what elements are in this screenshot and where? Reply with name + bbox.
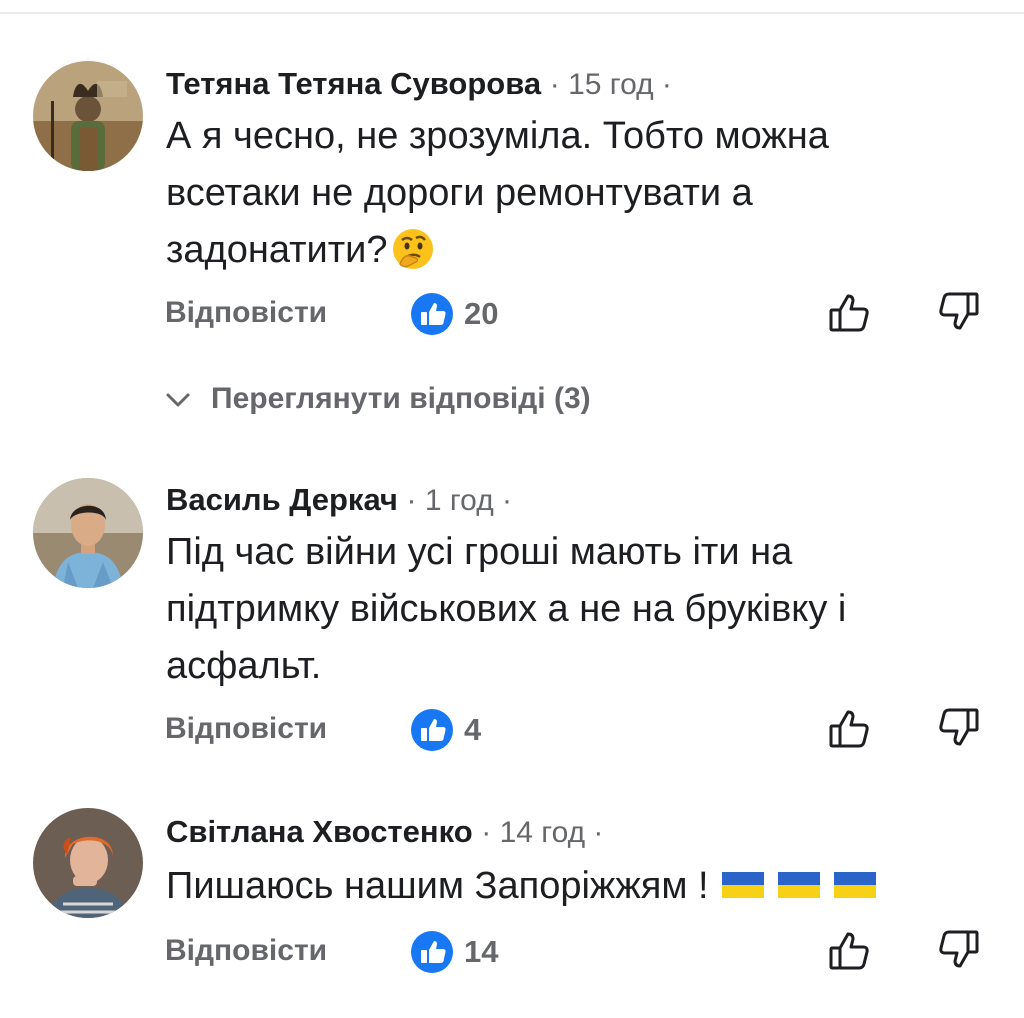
like-count: 4 (464, 712, 482, 747)
thumbs-down-icon[interactable] (934, 928, 982, 976)
thinking-face-icon (392, 228, 433, 269)
like-badge-icon (411, 293, 453, 335)
avatar[interactable] (33, 61, 143, 171)
author-name[interactable]: Василь Деркач (166, 482, 398, 517)
author-name[interactable]: Світлана Хвостенко (166, 814, 473, 849)
comment-header: Тетяна Тетяна Суворова · 15 год · (166, 64, 672, 105)
ukraine-flag-icon (721, 871, 764, 898)
thumbs-up-icon[interactable] (826, 926, 874, 974)
comment-text: А я чесно, не зрозуміла. Тобто можна все… (166, 115, 829, 271)
thumbs-down-icon[interactable] (934, 706, 982, 754)
thumbs-up-icon[interactable] (826, 288, 874, 336)
timestamp: · 15 год · (549, 68, 672, 101)
avatar[interactable] (33, 808, 143, 918)
timestamp: · 1 год · (406, 484, 513, 517)
like-badge-icon (411, 709, 453, 751)
top-divider (0, 12, 1024, 14)
comment-actions: Відповісти 4 (0, 704, 1024, 754)
like-count: 20 (464, 296, 499, 331)
timestamp: · 14 год · (481, 816, 604, 849)
like-badge-icon (411, 931, 453, 973)
thumbs-down-icon[interactable] (934, 290, 982, 338)
like-count: 14 (464, 934, 499, 969)
author-name[interactable]: Тетяна Тетяна Суворова (166, 66, 541, 101)
view-replies-label: Переглянути відповіді (3) (211, 382, 591, 415)
comment-text: Пишаюсь нашим Запоріжжям ! (166, 858, 966, 915)
reply-button[interactable]: Відповісти (165, 712, 327, 746)
reply-button[interactable]: Відповісти (165, 296, 327, 330)
thumbs-up-icon[interactable] (826, 704, 874, 752)
avatar[interactable] (33, 478, 143, 588)
comment-header: Світлана Хвостенко · 14 год · (166, 812, 603, 853)
comment-header: Василь Деркач · 1 год · (166, 480, 512, 521)
ukraine-flag-icon (777, 871, 820, 898)
comment-actions: Відповісти 14 (0, 926, 1024, 976)
ukraine-flag-icon (833, 871, 876, 898)
reply-button[interactable]: Відповісти (165, 934, 327, 968)
chevron-down-icon (166, 393, 190, 407)
comment-text: Під час війни усі гроші мають іти на під… (166, 531, 847, 687)
comment-actions: Відповісти 20 (0, 288, 1024, 338)
